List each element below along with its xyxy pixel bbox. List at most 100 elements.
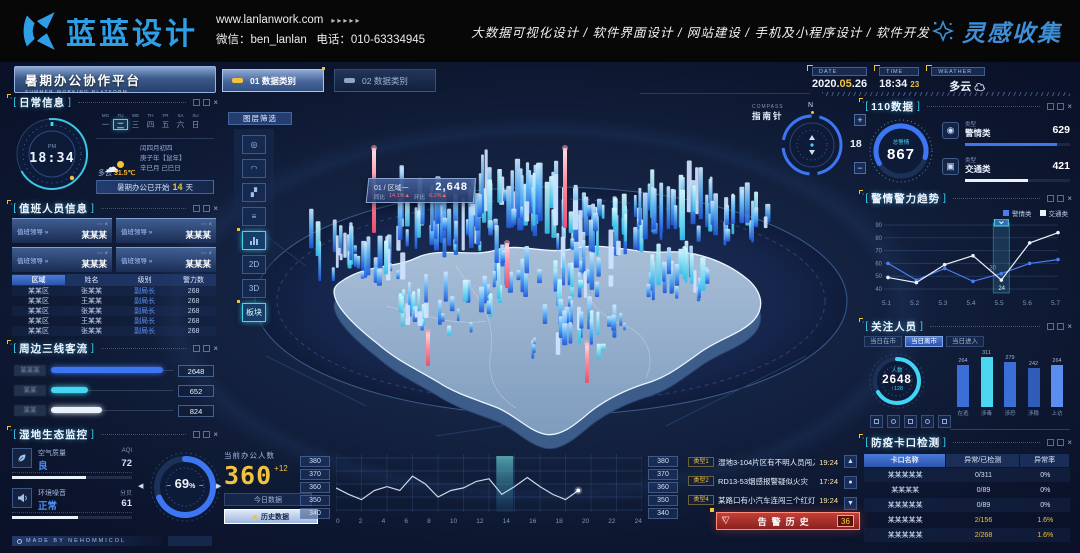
close-icon[interactable]: × <box>1067 323 1072 330</box>
week-day[interactable]: SU日 <box>188 113 203 130</box>
trend-chart[interactable]: 9080706050403024 <box>870 219 1064 299</box>
collapse-icon[interactable] <box>193 431 200 438</box>
duty-col-header[interactable]: 警力数 <box>171 275 216 285</box>
week-day[interactable]: FR五 <box>158 113 173 130</box>
legend-item[interactable]: 交通类 <box>1040 208 1069 218</box>
list-icon[interactable]: ≡ <box>242 207 266 226</box>
tab-data-category[interactable]: 01 数据类别 <box>222 69 324 92</box>
checkpoint-row[interactable]: 某某某某某0/3110% <box>864 468 1070 482</box>
collapse-icon[interactable] <box>193 99 200 106</box>
alert-spike <box>585 343 589 383</box>
mode-block[interactable]: 板块 <box>242 303 266 322</box>
noise-value: 61 <box>121 498 132 512</box>
collapse-icon[interactable] <box>193 205 200 212</box>
duty-table-row[interactable]: 某某区张某某副局长268 <box>12 306 216 316</box>
duty-table-row[interactable]: 某某区王某某副局长268 <box>12 296 216 306</box>
radar-icon[interactable]: ◠ <box>242 159 266 178</box>
duty-leader-card[interactable]: 值班领导 »⋯ ×某某某 <box>116 247 216 272</box>
focus-tab[interactable]: 当日离市 <box>905 336 943 347</box>
checkpoint-row[interactable]: 某某某某某2/2681.6% <box>864 528 1070 542</box>
duty-leader-card[interactable]: 值班领导 »⋯ ×某某某 <box>116 218 216 243</box>
week-day[interactable]: TU二 <box>113 113 128 130</box>
collapse-icon[interactable] <box>1047 103 1054 110</box>
expand-icon[interactable] <box>203 99 210 106</box>
alert-row[interactable]: 类型4某路口有小汽车连闯三个红灯19:24 <box>688 492 838 508</box>
duty-col-header[interactable]: 级别 <box>118 275 171 285</box>
close-icon[interactable]: × <box>1067 439 1072 446</box>
week-day[interactable]: MO一 <box>98 113 113 130</box>
close-icon[interactable]: × <box>213 99 218 106</box>
expand-icon[interactable] <box>1057 323 1064 330</box>
collapse-icon[interactable] <box>193 345 200 352</box>
checkpoint-row[interactable]: 某某某某某0/890% <box>864 498 1070 512</box>
expand-icon[interactable] <box>1057 195 1064 202</box>
alert-row[interactable]: 类型2RD13-53烟感报警疑似火灾17:24 <box>688 473 838 489</box>
bar-chart-icon[interactable] <box>242 231 266 250</box>
tab-data-category[interactable]: 02 数据类别 <box>334 69 436 92</box>
inspiration-collect[interactable]: 灵感收集 <box>931 14 1062 48</box>
expand-icon[interactable] <box>203 345 210 352</box>
flow-track <box>51 370 173 371</box>
duty-col-header[interactable]: 姓名 <box>65 275 118 285</box>
map-tooltip: 01 / 区域一2,648 同比14.1%▲环比6.2%▲ <box>366 178 477 203</box>
focus-filter-icon[interactable] <box>887 415 900 428</box>
focus-filter-icon[interactable] <box>904 415 917 428</box>
scroll-up-button[interactable]: ▲ <box>844 455 857 468</box>
mode-3d[interactable]: 3D <box>242 279 266 298</box>
compass-dial[interactable] <box>780 113 844 177</box>
focus-bar <box>1004 362 1016 407</box>
close-icon[interactable]: × <box>1067 103 1072 110</box>
duty-table-row[interactable]: 某某区王某某副局长268 <box>12 316 216 326</box>
checkpoint-row[interactable]: 某某某某某2/1561.6% <box>864 513 1070 527</box>
duty-table-row[interactable]: 某某区张某某副局长268 <box>12 286 216 296</box>
duty-col-header[interactable]: 区域 <box>12 275 65 285</box>
focus-bar-column: 264在逃 <box>954 358 972 417</box>
checkpoint-col-header[interactable]: 卡口名称 <box>864 454 945 467</box>
focus-filter-icon[interactable] <box>870 415 883 428</box>
checkpoint-col-header[interactable]: 异常率 <box>1020 454 1069 467</box>
cluster-icon[interactable]: ▞ <box>242 183 266 202</box>
expand-icon[interactable] <box>1057 439 1064 446</box>
duty-cell: 某某区 <box>12 296 65 306</box>
close-icon[interactable]: × <box>213 205 218 212</box>
duty-leader-card[interactable]: 值班领导 »⋯ ×某某某 <box>12 247 112 272</box>
mode-2d[interactable]: 2D <box>242 255 266 274</box>
week-day[interactable]: SA六 <box>173 113 188 130</box>
card-more-icon[interactable]: ⋯ × <box>97 221 108 228</box>
collapse-icon[interactable] <box>1047 195 1054 202</box>
today-data-button[interactable]: 今日数据 <box>224 493 312 506</box>
legend-item[interactable]: 警情类 <box>1003 208 1032 218</box>
week-day[interactable]: TH四 <box>143 113 158 130</box>
expand-icon[interactable] <box>203 205 210 212</box>
y-axis-tick: 340 <box>300 508 330 519</box>
focus-bar-column: 264上访 <box>1048 358 1066 417</box>
collapse-icon[interactable] <box>1047 439 1054 446</box>
close-icon[interactable]: × <box>213 345 218 352</box>
checkpoint-row[interactable]: 某某某某0/890% <box>864 483 1070 497</box>
focus-filter-icon[interactable] <box>921 415 934 428</box>
gauge-left-arrow[interactable]: ◀ <box>138 482 143 490</box>
expand-icon[interactable] <box>203 431 210 438</box>
alert-history-banner[interactable]: ▽▽ 告警历史 36 <box>716 512 860 530</box>
week-day[interactable]: WE三 <box>128 113 143 130</box>
website-link[interactable]: www.lanlanwork.com <box>216 11 323 31</box>
duty-leader-card[interactable]: 值班领导 »⋯ ×某某某 <box>12 218 112 243</box>
marker-icon[interactable]: ◎ <box>242 135 266 154</box>
alert-row[interactable]: 类型1湿地3-104片区有不明人员闯入19:24 <box>688 454 838 470</box>
card-more-icon[interactable]: ⋯ × <box>97 250 108 257</box>
trend-band-handle[interactable] <box>994 219 1008 226</box>
gauge-right-arrow[interactable]: ▶ <box>216 482 221 490</box>
card-more-icon[interactable]: ⋯ × <box>201 250 212 257</box>
office-history-chart[interactable] <box>336 454 642 516</box>
collapse-icon[interactable] <box>1047 323 1054 330</box>
focus-tab[interactable]: 当日在市 <box>864 336 902 347</box>
panel-focus-persons: ˙[关注人员]× 当日在市当日离市当日进入 人数 2648 ↑128 264在逃… <box>862 320 1072 432</box>
expand-icon[interactable] <box>1057 103 1064 110</box>
close-icon[interactable]: × <box>1067 195 1072 202</box>
scroll-down-button[interactable]: ▼ <box>844 497 857 510</box>
card-more-icon[interactable]: ⋯ × <box>201 221 212 228</box>
close-icon[interactable]: × <box>213 431 218 438</box>
pause-button[interactable]: ● <box>844 476 857 489</box>
duty-table-row[interactable]: 某某区张某某副局长268 <box>12 326 216 336</box>
checkpoint-col-header[interactable]: 异常/已检测 <box>946 454 1019 467</box>
